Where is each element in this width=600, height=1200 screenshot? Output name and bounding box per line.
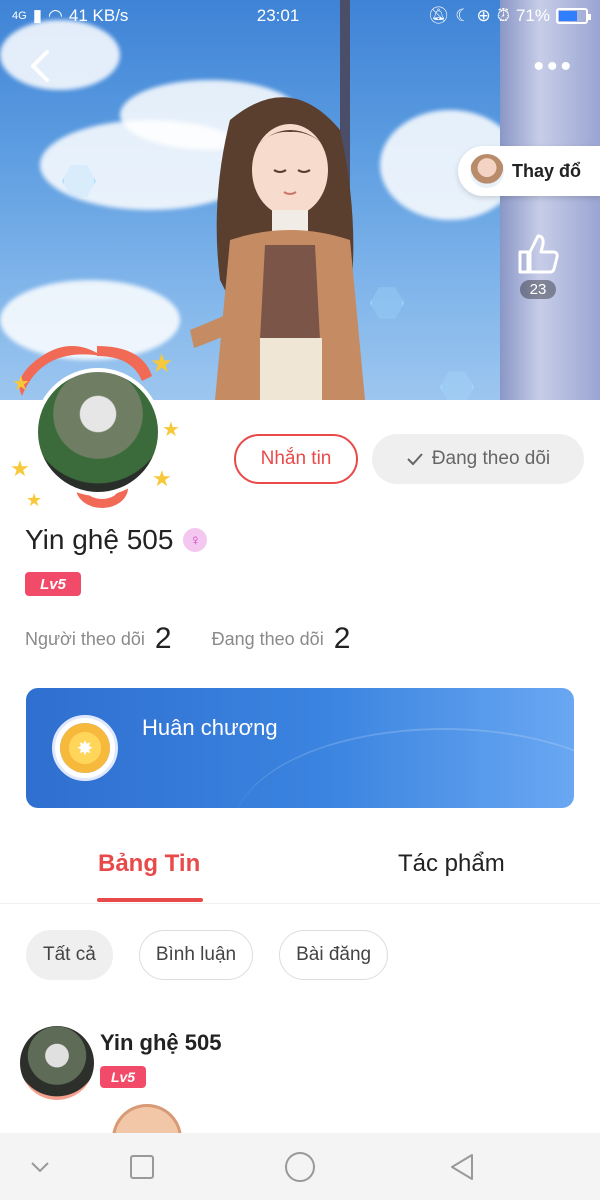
following-count: 2 bbox=[333, 622, 351, 655]
battery-percent: 71% bbox=[515, 6, 550, 25]
circle-icon bbox=[285, 1152, 315, 1182]
chevron-left-icon bbox=[31, 50, 49, 82]
svg-text:★: ★ bbox=[10, 456, 30, 481]
alarm-icon: ⏰︎ bbox=[496, 6, 510, 25]
system-nav-bar bbox=[0, 1133, 600, 1200]
outfit-thumbnail bbox=[470, 154, 504, 188]
following-button-label: Đang theo dõi bbox=[431, 448, 551, 469]
check-icon bbox=[407, 453, 423, 466]
nav-recents-button[interactable] bbox=[124, 1149, 160, 1185]
follow-stats: Người theo dõi 2 Đang theo dõi 2 bbox=[25, 622, 350, 656]
profile-tabs: Bảng Tin Tác phẩm bbox=[0, 850, 600, 906]
medal-star-icon: ✸ bbox=[60, 723, 110, 773]
active-tab-indicator bbox=[97, 898, 203, 902]
medal-label: Huân chương bbox=[142, 715, 278, 740]
filter-chips: Tất cả Bình luận Bài đăng bbox=[26, 930, 389, 980]
network-indicator: 4G bbox=[12, 10, 27, 22]
signal-icon: ▮ bbox=[32, 6, 43, 25]
like-button[interactable]: 23 bbox=[516, 232, 560, 299]
more-dots-icon: ••• bbox=[533, 50, 574, 83]
filter-comments[interactable]: Bình luận bbox=[138, 930, 254, 980]
change-outfit-button[interactable]: Thay đổ bbox=[458, 146, 600, 196]
profile-name: Yin ghệ 505 bbox=[25, 524, 174, 555]
character-illustration bbox=[190, 97, 365, 400]
change-outfit-label: Thay đổ bbox=[512, 160, 582, 181]
hexagon-decoration bbox=[440, 371, 474, 400]
tabs-divider bbox=[0, 903, 600, 904]
female-gender-icon: ♀ bbox=[183, 528, 208, 552]
svg-text:★: ★ bbox=[12, 373, 30, 395]
tab-news-feed[interactable]: Bảng Tin bbox=[98, 850, 200, 878]
profile-avatar-image bbox=[34, 368, 162, 496]
chevron-down-icon bbox=[31, 1162, 49, 1173]
post-author-avatar[interactable] bbox=[20, 1026, 94, 1100]
following-button[interactable]: Đang theo dõi bbox=[372, 434, 584, 484]
svg-text:★: ★ bbox=[150, 348, 173, 378]
battery-icon bbox=[556, 8, 591, 24]
following-stat[interactable]: Đang theo dõi 2 bbox=[212, 622, 351, 656]
triangle-back-icon bbox=[451, 1154, 473, 1180]
square-icon bbox=[130, 1155, 154, 1179]
nav-back-button[interactable] bbox=[444, 1149, 480, 1185]
svg-text:★: ★ bbox=[152, 466, 172, 491]
message-button[interactable]: Nhắn tin bbox=[234, 434, 358, 484]
post-author-name[interactable]: Yin ghệ 505 bbox=[100, 1030, 221, 1056]
thumbs-up-icon bbox=[518, 234, 559, 274]
status-bar: 4G ▮ ◠ 41 KB/s 23:01 🔕︎ ☾ ⊕ ⏰︎ 71% bbox=[0, 0, 600, 32]
level-badge: Lv5 bbox=[25, 572, 81, 596]
clock: 23:01 bbox=[256, 6, 300, 25]
filter-all[interactable]: Tất cả bbox=[26, 930, 113, 980]
battery-fill bbox=[559, 11, 578, 21]
svg-text:★: ★ bbox=[162, 419, 180, 441]
medal-card[interactable]: ✸ Huân chương bbox=[26, 688, 574, 808]
more-options-button[interactable]: ••• bbox=[533, 50, 574, 84]
nav-home-button[interactable] bbox=[282, 1149, 318, 1185]
followers-count: 2 bbox=[154, 622, 172, 655]
network-speed: 41 KB/s bbox=[68, 6, 129, 25]
filter-posts[interactable]: Bài đăng bbox=[279, 930, 389, 980]
bell-off-icon: 🔕︎ bbox=[427, 6, 450, 25]
profile-name-row: Yin ghệ 505 ♀ bbox=[25, 524, 208, 556]
tab-works[interactable]: Tác phẩm bbox=[398, 850, 505, 878]
rotation-lock-icon: ⊕ bbox=[476, 6, 491, 25]
wifi-icon: ◠ bbox=[48, 6, 63, 25]
profile-avatar-frame[interactable]: ★ ★ ★ ★ ★ ★ bbox=[2, 336, 192, 526]
svg-text:★: ★ bbox=[26, 490, 42, 510]
medal-icon: ✸ bbox=[52, 715, 118, 781]
followers-label: Người theo dõi bbox=[25, 628, 145, 649]
post-level-badge: Lv5 bbox=[100, 1066, 146, 1088]
nav-collapse-button[interactable] bbox=[22, 1149, 58, 1185]
following-label: Đang theo dõi bbox=[211, 628, 324, 649]
followers-stat[interactable]: Người theo dõi 2 bbox=[25, 622, 172, 656]
like-count: 23 bbox=[519, 280, 557, 299]
moon-icon: ☾ bbox=[455, 6, 471, 25]
back-button[interactable] bbox=[22, 48, 58, 84]
